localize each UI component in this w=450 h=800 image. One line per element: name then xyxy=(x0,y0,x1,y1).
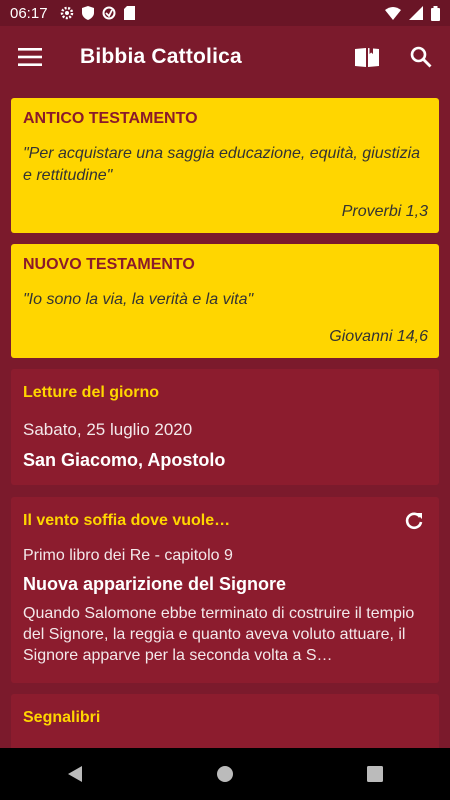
recents-icon xyxy=(367,766,383,782)
card-antico-testamento[interactable]: ANTICO TESTAMENTO "Per acquistare una sa… xyxy=(11,98,439,233)
card-header: NUOVO TESTAMENTO xyxy=(23,256,195,273)
search-icon[interactable] xyxy=(410,46,432,68)
card-header: ANTICO TESTAMENTO xyxy=(23,110,198,127)
saint-of-day: San Giacomo, Apostolo xyxy=(23,450,226,470)
home-icon xyxy=(217,766,233,782)
card-nuovo-testamento[interactable]: NUOVO TESTAMENTO "Io sono la via, la ver… xyxy=(11,244,439,358)
card-header-row: Il vento soffia dove vuole… xyxy=(23,511,427,531)
book-icon[interactable] xyxy=(354,46,380,68)
card-letture-del-giorno[interactable]: Letture del giorno Sabato, 25 luglio 202… xyxy=(11,369,439,485)
card-header: Segnalibri xyxy=(23,709,101,726)
status-system-icons xyxy=(385,5,440,21)
back-icon xyxy=(68,766,82,782)
signal-icon xyxy=(409,6,423,20)
passage-title: Nuova apparizione del Signore xyxy=(23,574,287,594)
reading-date: Sabato, 25 luglio 2020 xyxy=(23,420,193,439)
verse-quote: "Per acquistare una saggia educazione, e… xyxy=(23,145,421,184)
menu-icon[interactable] xyxy=(18,48,42,66)
card-header: Letture del giorno xyxy=(23,384,159,401)
verse-reference: Proverbi 1,3 xyxy=(341,203,428,220)
status-time: 06:17 xyxy=(10,4,48,22)
back-button[interactable] xyxy=(55,754,95,794)
shield-icon xyxy=(81,6,94,20)
battery-icon xyxy=(431,5,440,21)
chapter-subtitle: Primo libro dei Re - capitolo 9 xyxy=(23,547,233,564)
system-nav-bar xyxy=(0,748,450,800)
card-segnalibri[interactable]: Segnalibri xyxy=(11,694,439,748)
verse-reference: Giovanni 14,6 xyxy=(329,328,428,345)
passage-excerpt: Quando Salomone ebbe terminato di costru… xyxy=(23,605,415,664)
main-content[interactable]: ANTICO TESTAMENTO "Per acquistare una sa… xyxy=(0,88,450,748)
status-notification-icons xyxy=(60,6,135,20)
card-vento-soffia[interactable]: Il vento soffia dove vuole… Primo libro … xyxy=(11,497,439,683)
sync-icon xyxy=(102,6,116,20)
app-bar: Bibbia Cattolica xyxy=(0,26,450,88)
recents-button[interactable] xyxy=(355,754,395,794)
home-button[interactable] xyxy=(205,754,245,794)
settings-icon xyxy=(60,6,73,20)
app-bar-actions xyxy=(354,46,432,68)
card-header: Il vento soffia dove vuole… xyxy=(23,512,231,529)
verse-quote: "Io sono la via, la verità e la vita" xyxy=(23,291,254,308)
status-bar: 06:17 xyxy=(0,0,450,26)
sd-card-icon xyxy=(123,6,135,20)
wifi-icon xyxy=(385,6,401,20)
refresh-icon[interactable] xyxy=(404,511,424,531)
app-title: Bibbia Cattolica xyxy=(80,45,242,68)
